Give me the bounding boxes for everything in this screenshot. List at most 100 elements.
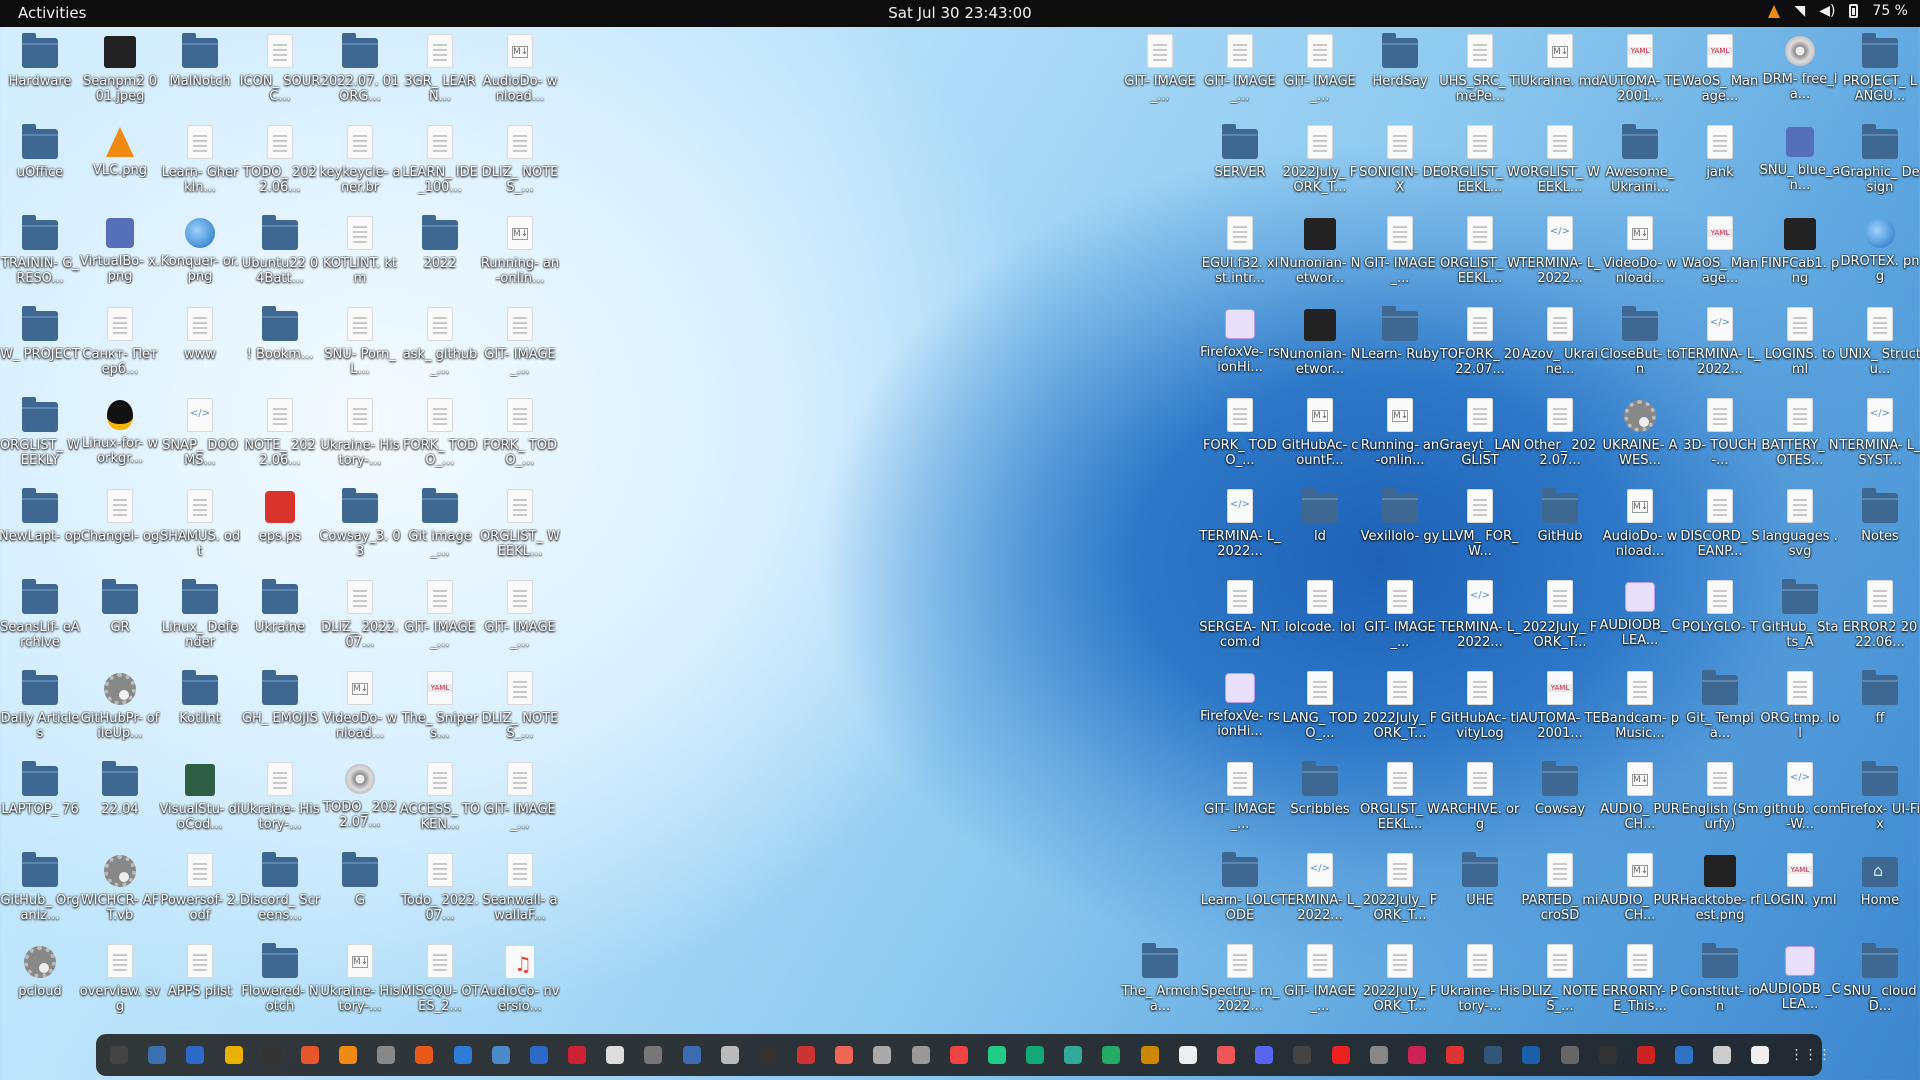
impress-dock-icon[interactable] xyxy=(1216,1046,1235,1064)
desktop-icon[interactable]: Home xyxy=(1840,849,1920,937)
desktop-icon[interactable]: Spectru- m_2022... xyxy=(1200,940,1280,1028)
desktop-icon[interactable]: AudioCo- nversio... xyxy=(480,940,560,1028)
desktop-icon[interactable]: ff xyxy=(1840,667,1920,755)
terminal2-dock-icon[interactable] xyxy=(1522,1046,1541,1064)
desktop-icon[interactable]: LAPTOP_ 76 xyxy=(0,758,80,846)
desktop-icon[interactable]: eps.ps xyxy=(240,485,320,573)
software-dock-icon[interactable] xyxy=(415,1046,434,1064)
desktop-icon[interactable]: ERRORTY- PE_This... xyxy=(1600,940,1680,1028)
desktop-icon[interactable]: VirtualBo- x.png xyxy=(80,212,160,300)
desktop-icon[interactable]: Hardware xyxy=(0,30,80,118)
desktop-icon[interactable]: CloseBut- ton xyxy=(1600,303,1680,391)
desktop-icon[interactable]: G xyxy=(320,849,400,937)
desktop-icon[interactable]: GIT- IMAGE_... xyxy=(480,303,560,391)
desktop-icon[interactable]: 2022July_ FORK_T... xyxy=(1520,576,1600,664)
desktop-icon[interactable]: AUDIO_ PURCH... xyxy=(1600,849,1680,937)
desktop-icon[interactable]: overview. svg xyxy=(80,940,160,1028)
desktop-icon[interactable]: FirefoxVe- rsionHi... xyxy=(1200,667,1280,755)
desktop-icon[interactable]: DRM- free_la... xyxy=(1760,30,1840,118)
desktop-icon[interactable]: Ukraine xyxy=(240,576,320,664)
desktop-icon[interactable]: Graeyt_ LANGLIST xyxy=(1440,394,1520,482)
desktop-icon[interactable]: DLIZ_ NOTES_... xyxy=(1520,940,1600,1028)
desktop-icon[interactable]: Nunonian- Networ... xyxy=(1280,303,1360,391)
image-dock-icon[interactable] xyxy=(1331,1046,1350,1064)
desktop-icon[interactable]: Daily Articles xyxy=(0,667,80,755)
desktop-icon[interactable]: TERMINA- L_2022... xyxy=(1199,485,1281,573)
desktop-icon[interactable]: GIT- IMAGE_... xyxy=(1280,940,1360,1028)
desktop-icon[interactable]: keykeycle- aner.br xyxy=(319,121,401,209)
viewer-dock-icon[interactable] xyxy=(911,1046,930,1064)
desktop-icon[interactable]: 2022July_ FORK_T... xyxy=(1280,121,1360,209)
clock-dock-icon[interactable] xyxy=(1751,1046,1770,1064)
desktop-icon[interactable]: Vexillolo- gy xyxy=(1360,485,1440,573)
mail-dock-icon[interactable] xyxy=(1140,1046,1159,1064)
desktop-icon[interactable]: LEARN_ IDE_100... xyxy=(400,121,480,209)
desktop-icon[interactable]: Todo_ 2022.07... xyxy=(400,849,480,937)
desktop-icon[interactable]: Linux_ Defender xyxy=(160,576,240,664)
desktop-icon[interactable]: GH_ EMOJIS xyxy=(240,667,320,755)
desktop-icon[interactable]: jank xyxy=(1680,121,1760,209)
dashboard-dock-icon[interactable] xyxy=(1675,1046,1694,1064)
archive-dock-icon[interactable] xyxy=(873,1046,892,1064)
settings-dock-icon[interactable] xyxy=(1026,1046,1045,1064)
desktop-icon[interactable]: GitHubAc- tivityLog xyxy=(1440,667,1520,755)
desktop-icon[interactable]: TERMINA- L_2022... xyxy=(1519,212,1601,300)
desktop-icon[interactable]: 2022July_ FORK_T... xyxy=(1360,849,1440,937)
desktop-icon[interactable]: ACCESS_ TOKEN... xyxy=(400,758,480,846)
show-applications-icon[interactable]: ⋮⋮⋮ xyxy=(1790,1046,1832,1064)
help-dock-icon[interactable] xyxy=(529,1046,548,1064)
desktop-icon[interactable]: Git image_... xyxy=(400,485,480,573)
desktop-icon[interactable]: BATTERY_ NOTES... xyxy=(1760,394,1840,482)
notes-dock-icon[interactable] xyxy=(224,1046,243,1064)
battery-percent[interactable]: 75 % xyxy=(1872,3,1908,19)
desktop-icon[interactable]: Scribbles xyxy=(1280,758,1360,846)
chrome-dock-icon[interactable] xyxy=(949,1046,968,1064)
desktop-icon[interactable]: SHAMUS. odt xyxy=(160,485,240,573)
desktop-icon[interactable]: TOFORK_ 2022.07... xyxy=(1440,303,1520,391)
store-dock-icon[interactable] xyxy=(1636,1046,1655,1064)
desktop-icon[interactable]: 2022July_ FORK_T... xyxy=(1360,667,1440,755)
desktop-icon[interactable]: 2022July_ FORK_T... xyxy=(1360,940,1440,1028)
desktop-icon[interactable]: lolcode. lol xyxy=(1280,576,1360,664)
calendar-dock-icon[interactable] xyxy=(491,1046,510,1064)
desktop-icon[interactable]: AUTOMA- TE2001... xyxy=(1599,30,1681,118)
desktop-icon[interactable]: WaOS_ Manage... xyxy=(1680,30,1760,118)
desktop-icon[interactable]: Running- an-onlin... xyxy=(1360,394,1440,482)
activities-button[interactable]: Activities xyxy=(18,4,86,22)
desktop-icon[interactable]: SNU- Porn_L... xyxy=(320,303,400,391)
desktop-icon[interactable]: NewLapt- op xyxy=(0,485,81,573)
desktop-icon[interactable]: AudioDo- wnload... xyxy=(480,30,560,118)
desktop-icon[interactable]: The_ Armcha... xyxy=(1120,940,1200,1028)
desktop-icon[interactable]: AUTOMA- TE2001... xyxy=(1519,667,1601,755)
desktop-icon[interactable]: TERMINA- L_2022... xyxy=(1279,849,1361,937)
desktop-icon[interactable]: LANG_ TODO_... xyxy=(1280,667,1360,755)
desktop-icon[interactable]: ERROR2 2022.06... xyxy=(1840,576,1920,664)
desktop-icon[interactable]: SERVER xyxy=(1200,121,1280,209)
battery-icon[interactable] xyxy=(1849,4,1859,18)
desktop-icon[interactable]: GIT- IMAGE_... xyxy=(1200,30,1280,118)
desktop-icon[interactable]: AUDIODB _CLEA... xyxy=(1759,940,1841,1028)
desktop-icon[interactable]: SONICIN- DEX xyxy=(1359,121,1441,209)
desktop-icon[interactable]: The_ Snipers... xyxy=(400,667,480,755)
ide-dock-icon[interactable] xyxy=(1484,1046,1503,1064)
desktop-icon[interactable]: GIT- IMAGE_... xyxy=(400,576,480,664)
desktop-icon[interactable]: ICON_ SOURC... xyxy=(240,30,320,118)
desktop-icon[interactable]: www xyxy=(160,303,240,391)
desktop-icon[interactable]: AudioDo- wnload... xyxy=(1600,485,1680,573)
desktop-icon[interactable]: Ubuntu22 04Batt... xyxy=(240,212,320,300)
desktop-icon[interactable]: Graphic_ Design xyxy=(1840,121,1920,209)
desktop-icon[interactable]: SERGEA- NT.com.d xyxy=(1199,576,1281,664)
desktop-icon[interactable]: AUDIODB_ CLEA... xyxy=(1599,576,1681,664)
desktop-icon[interactable]: uOffice xyxy=(0,121,80,209)
files-dock-icon[interactable] xyxy=(148,1046,167,1064)
desktop-icon[interactable]: PROJECT_ LANGU... xyxy=(1840,30,1920,118)
desktop-icon[interactable]: Ukraine- History-... xyxy=(320,940,400,1028)
desktop-icon[interactable]: VLC.png xyxy=(80,121,160,209)
desktop-icon[interactable]: ORGLIST_ WEEKL... xyxy=(1360,758,1440,846)
desktop-icon[interactable]: UHS_SRC_ TimePe... xyxy=(1439,30,1521,118)
desktop-icon[interactable]: SNAP_ DOOMS... xyxy=(160,394,240,482)
desktop-icon[interactable]: TERMINA- L_SYST... xyxy=(1839,394,1920,482)
system-tray[interactable]: ◥ ◀) 75 % xyxy=(1768,3,1908,19)
desktop-icon[interactable]: VisualStu- dioCod... xyxy=(159,758,241,846)
desktop-icon[interactable]: English (Smurfy) xyxy=(1680,758,1760,846)
